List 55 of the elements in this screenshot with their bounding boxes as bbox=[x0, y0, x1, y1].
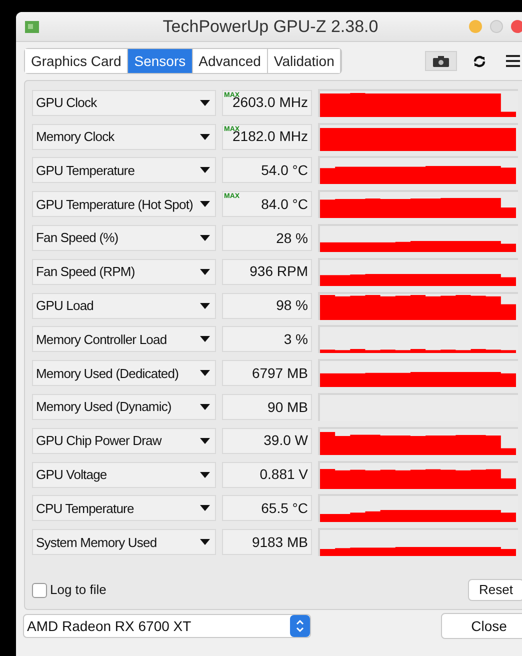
dropdown-arrow-icon bbox=[200, 302, 210, 309]
window-title: TechPowerUp GPU-Z 2.38.0 bbox=[162, 16, 380, 38]
sensor-value: 98 % bbox=[222, 292, 312, 319]
dropdown-arrow-icon bbox=[200, 404, 210, 410]
sensor-dropdown[interactable]: GPU Chip Power Draw bbox=[32, 428, 216, 454]
sensor-dropdown[interactable]: GPU Temperature bbox=[32, 157, 216, 184]
log-label: Log to file bbox=[50, 581, 106, 600]
close-button[interactable] bbox=[511, 20, 522, 33]
dropdown-arrow-icon bbox=[200, 201, 210, 208]
select-arrows-icon bbox=[290, 615, 310, 637]
sensor-dropdown[interactable]: CPU Temperature bbox=[32, 495, 216, 522]
dropdown-arrow-icon bbox=[200, 438, 210, 444]
sensor-dropdown[interactable]: Memory Controller Load bbox=[32, 326, 216, 352]
sensor-dropdown[interactable]: GPU Load bbox=[32, 292, 216, 319]
sensor-value: 9183 MB bbox=[222, 529, 312, 556]
sensor-dropdown[interactable]: GPU Clock bbox=[32, 90, 216, 116]
tab[interactable]: Graphics Card bbox=[25, 49, 128, 73]
sensor-value: 3 % bbox=[222, 326, 312, 352]
sensor-dropdown[interactable]: GPU Temperature (Hot Spot) bbox=[32, 191, 216, 218]
close-dialog-button[interactable]: Close bbox=[441, 613, 522, 639]
dropdown-arrow-icon bbox=[200, 472, 210, 478]
sensor-value: 28 % bbox=[222, 225, 312, 252]
sensor-dropdown[interactable]: Memory Clock bbox=[32, 124, 216, 150]
sensor-dropdown[interactable]: Memory Used (Dynamic) bbox=[32, 394, 216, 420]
sensor-dropdown[interactable]: Fan Speed (RPM) bbox=[32, 258, 216, 285]
tab[interactable]: Sensors bbox=[128, 49, 193, 73]
refresh-icon[interactable] bbox=[473, 54, 486, 68]
reset-button[interactable]: Reset bbox=[468, 579, 522, 601]
sensor-dropdown[interactable]: Memory Used (Dedicated) bbox=[32, 360, 216, 386]
dropdown-arrow-icon bbox=[200, 370, 210, 376]
log-checkbox[interactable] bbox=[32, 582, 47, 598]
dropdown-arrow-icon bbox=[200, 134, 210, 140]
dropdown-arrow-icon bbox=[200, 336, 210, 342]
camera-icon bbox=[433, 56, 449, 66]
dropdown-arrow-icon bbox=[200, 235, 210, 242]
sensor-dropdown[interactable]: System Memory Used bbox=[32, 529, 216, 556]
sensor-value: 65.5 °C bbox=[222, 495, 312, 522]
sensor-value: 0.881 V bbox=[222, 462, 312, 488]
dropdown-arrow-icon bbox=[200, 100, 210, 106]
menu-icon[interactable] bbox=[506, 55, 520, 67]
camera-button[interactable] bbox=[425, 51, 457, 71]
sensor-value: 936 RPM bbox=[222, 258, 312, 285]
dropdown-arrow-icon bbox=[200, 539, 210, 546]
sensor-value: 6797 MB bbox=[222, 360, 312, 386]
device-select[interactable]: AMD Radeon RX 6700 XT bbox=[23, 614, 311, 638]
sensor-dropdown[interactable]: Fan Speed (%) bbox=[32, 225, 216, 252]
dropdown-arrow-icon bbox=[200, 505, 210, 512]
graphics-card-icon bbox=[24, 20, 40, 34]
dropdown-arrow-icon bbox=[200, 167, 210, 174]
sensor-value: 39.0 W bbox=[222, 428, 312, 454]
minimize-button[interactable] bbox=[469, 20, 482, 33]
sensor-dropdown[interactable]: GPU Voltage bbox=[32, 462, 216, 488]
dropdown-arrow-icon bbox=[200, 268, 210, 275]
sensor-value: 54.0 °C bbox=[222, 157, 312, 184]
sensor-value: 90 MB bbox=[222, 394, 312, 420]
